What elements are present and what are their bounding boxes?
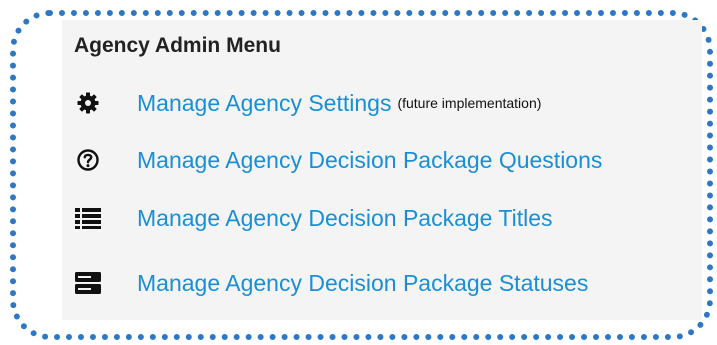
menu-item-decision-package-questions[interactable]: Manage Agency Decision Package Questions [74,140,602,180]
manage-decision-package-statuses-link[interactable]: Manage Agency Decision Package Statuses [137,270,588,297]
server-icon [74,269,102,297]
menu-item-agency-settings[interactable]: Manage Agency Settings (future implement… [74,83,541,123]
list-icon [74,204,102,232]
menu-item-decision-package-statuses[interactable]: Manage Agency Decision Package Statuses [74,263,588,303]
manage-decision-package-questions-link[interactable]: Manage Agency Decision Package Questions [137,147,602,174]
question-circle-icon [74,146,102,174]
menu-item-decision-package-titles[interactable]: Manage Agency Decision Package Titles [74,198,553,238]
manage-decision-package-titles-link[interactable]: Manage Agency Decision Package Titles [137,205,553,232]
gear-icon [74,89,102,117]
menu-title: Agency Admin Menu [74,34,281,57]
manage-agency-settings-link[interactable]: Manage Agency Settings [137,90,391,117]
future-implementation-note: (future implementation) [397,95,542,111]
